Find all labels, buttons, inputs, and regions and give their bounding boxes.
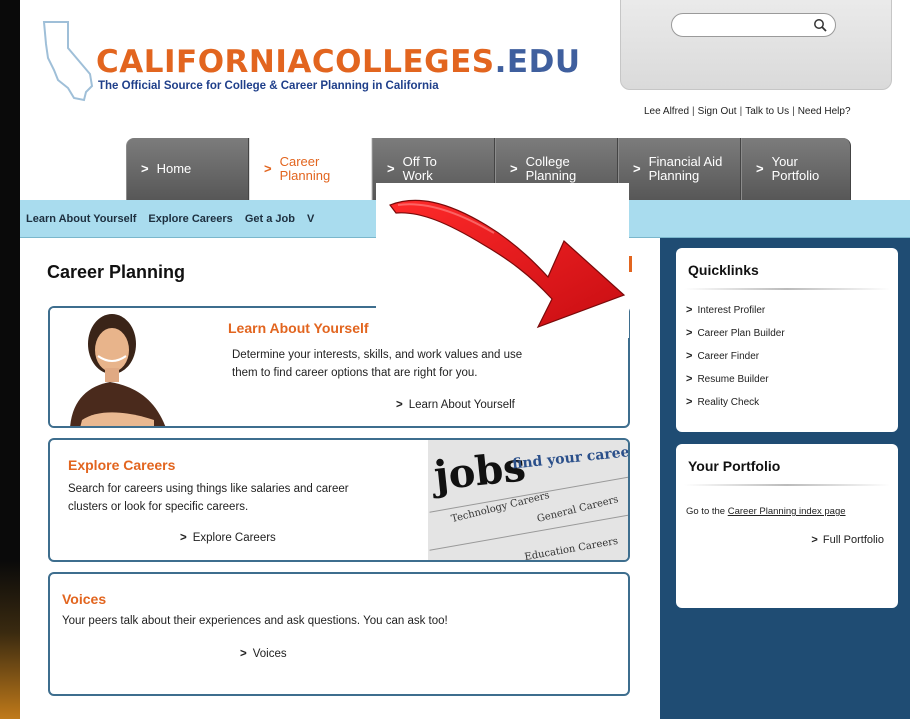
quicklinks-heading: Quicklinks — [688, 262, 759, 278]
page-title: Career Planning — [47, 262, 186, 282]
chevron-right-icon: > — [686, 396, 693, 408]
chevron-right-icon: > — [396, 399, 403, 411]
quicklink-label: Interest Profiler — [697, 305, 766, 316]
nav-tab-label-2: Planning — [525, 168, 577, 183]
link-label: Learn About Yourself — [408, 399, 515, 411]
quicklink-label: Career Plan Builder — [697, 328, 785, 339]
portfolio-heading: Your Portfolio — [688, 458, 781, 474]
subnav-voices[interactable]: V — [307, 213, 314, 225]
quicklink-reality-check[interactable]: > Reality Check — [686, 396, 785, 419]
search-input[interactable] — [671, 13, 836, 37]
jobs-newspaper-image: jobs find your career Technology Careers… — [428, 440, 630, 562]
image-text: Education Careers — [523, 535, 619, 562]
quicklink-label: Reality Check — [697, 397, 760, 408]
utility-links: Lee Alfred | Sign Out | Talk to Us | Need Help… — [644, 106, 851, 117]
portfolio-text: Go to the Career Planning index page — [686, 506, 846, 517]
nav-tab-label-2: Portfolio — [771, 168, 820, 183]
chevron-right-icon: > — [686, 304, 693, 316]
annotation-overlay — [376, 183, 629, 338]
quicklink-label: Resume Builder — [697, 374, 769, 385]
subnav-learn-about-yourself[interactable]: Learn About Yourself — [26, 213, 136, 225]
quicklink-interest-profiler[interactable]: > Interest Profiler — [686, 304, 785, 327]
card-title[interactable]: Explore Careers — [68, 457, 175, 473]
portfolio-panel: Your Portfolio Go to the Career Planning… — [676, 444, 898, 608]
nav-tab-label: Home — [156, 161, 192, 176]
card-title[interactable]: Voices — [62, 591, 106, 607]
desc-line: clusters or look for specific careers. — [68, 501, 249, 513]
site-logo[interactable]: CALIFORNIACOLLEGES.EDU The Official Sour… — [38, 14, 580, 104]
nav-tab-label: Career — [279, 154, 320, 169]
nav-tab-label-2: Planning — [279, 168, 331, 183]
quicklinks-list: > Interest Profiler > Career Plan Builder … — [686, 304, 785, 419]
divider — [684, 288, 890, 290]
chevron-right-icon: > — [240, 648, 247, 660]
explore-careers-link[interactable]: > Explore Careers — [180, 532, 276, 544]
chevron-right-icon: > — [510, 161, 518, 176]
chevron-right-icon: > — [633, 161, 641, 176]
web-page: CALIFORNIACOLLEGES.EDU The Official Sour… — [20, 0, 910, 719]
card-description: Your peers talk about their experiences … — [62, 615, 448, 627]
divider — [684, 484, 890, 486]
subnav-get-a-job[interactable]: Get a Job — [245, 213, 295, 225]
nav-tab-your-portfolio[interactable]: > Your Portfolio — [741, 138, 851, 200]
quicklink-career-finder[interactable]: > Career Finder — [686, 350, 785, 373]
chevron-right-icon: > — [180, 532, 187, 544]
nav-tab-home[interactable]: > Home — [126, 138, 249, 200]
link-label: Voices — [252, 648, 287, 660]
desc-line: them to find career options that are rig… — [232, 367, 478, 379]
card-description: Search for careers using things like sal… — [68, 480, 349, 516]
quicklinks-panel: Quicklinks > Interest Profiler > Career Pl… — [676, 248, 898, 432]
link-label: Full Portfolio — [822, 534, 884, 546]
sign-out-link[interactable]: Sign Out — [698, 106, 737, 117]
nav-tab-label: College — [525, 154, 570, 169]
need-help-link[interactable]: Need Help? — [798, 106, 851, 117]
quicklink-label: Career Finder — [697, 351, 760, 362]
nav-tab-label: Off To — [402, 154, 437, 169]
california-map-icon — [42, 21, 94, 102]
chevron-right-icon: > — [686, 350, 693, 362]
career-planning-index-link[interactable]: Career Planning index page — [728, 506, 846, 517]
chevron-right-icon: > — [686, 373, 693, 385]
frame-edge — [0, 0, 20, 719]
portfolio-text-prefix: Go to the — [686, 506, 728, 517]
chevron-right-icon: > — [811, 534, 818, 546]
chevron-right-icon: > — [686, 327, 693, 339]
logo-title: CALIFORNIACOLLEGES.EDU — [96, 44, 581, 80]
desc-line: Search for careers using things like sal… — [68, 483, 349, 495]
woman-photo — [50, 308, 180, 426]
search-icon[interactable] — [813, 18, 827, 32]
chevron-right-icon: > — [141, 161, 149, 176]
card-explore-careers: Explore Careers Search for careers using… — [48, 438, 630, 562]
link-label: Explore Careers — [192, 532, 276, 544]
nav-tab-career-planning[interactable]: > Career Planning — [249, 138, 372, 200]
quicklink-career-plan-builder[interactable]: > Career Plan Builder — [686, 327, 785, 350]
image-tagline: find your career — [511, 443, 630, 473]
nav-tab-label-2: Work — [402, 168, 433, 183]
card-voices: Voices Your peers talk about their exper… — [48, 572, 630, 696]
chevron-right-icon: > — [387, 161, 395, 176]
red-curved-arrow-icon — [389, 199, 626, 329]
sidebar: Quicklinks > Interest Profiler > Career Pl… — [660, 238, 910, 719]
talk-to-us-link[interactable]: Talk to Us — [745, 106, 789, 117]
logo-tagline: The Official Source for College & Career… — [98, 80, 439, 92]
nav-tab-label: Your — [771, 154, 798, 169]
voices-link[interactable]: > Voices — [240, 648, 287, 660]
full-portfolio-link[interactable]: > Full Portfolio — [811, 534, 884, 546]
card-description: Determine your interests, skills, and wo… — [232, 346, 522, 382]
nav-tab-label-2: Planning — [648, 168, 700, 183]
chevron-right-icon: > — [756, 161, 764, 176]
nav-tab-financial-aid[interactable]: > Financial Aid Planning — [618, 138, 741, 200]
user-name-link[interactable]: Lee Alfred — [644, 106, 689, 117]
chevron-right-icon: > — [264, 161, 272, 176]
nav-tab-label: Financial Aid — [648, 154, 723, 169]
subnav-explore-careers[interactable]: Explore Careers — [148, 213, 232, 225]
card-title[interactable]: Learn About Yourself — [228, 320, 369, 336]
quicklink-resume-builder[interactable]: > Resume Builder — [686, 373, 785, 396]
search-panel — [620, 0, 892, 90]
desc-line: Determine your interests, skills, and wo… — [232, 349, 523, 361]
learn-about-yourself-link[interactable]: > Learn About Yourself — [396, 399, 515, 411]
